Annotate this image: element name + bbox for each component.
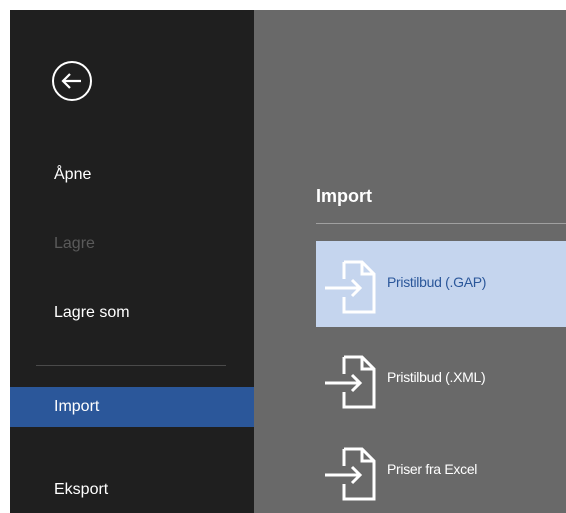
import-excel-button[interactable]: Priser fra Excel <box>316 428 566 513</box>
sidebar: Åpne Lagre Lagre som Import Eksport <box>10 10 254 513</box>
import-gap-button[interactable]: Pristilbud (.GAP) <box>316 241 566 327</box>
main-panel: Import Pristilbud (.GAP) Pristilbud (.XM… <box>254 10 566 513</box>
sidebar-item-open[interactable]: Åpne <box>10 155 254 195</box>
import-item-label: Priser fra Excel <box>387 461 478 477</box>
sidebar-item-save: Lagre <box>10 224 254 264</box>
sidebar-item-label: Eksport <box>54 481 109 498</box>
back-button[interactable] <box>52 61 92 101</box>
sidebar-item-label: Lagre som <box>54 304 130 321</box>
sidebar-item-export[interactable]: Eksport <box>10 470 254 510</box>
title-divider <box>316 223 566 224</box>
back-arrow-icon <box>61 73 81 89</box>
import-xml-button[interactable]: Pristilbud (.XML) <box>316 336 566 422</box>
import-file-icon <box>325 447 376 501</box>
sidebar-item-label: Lagre <box>54 235 95 252</box>
sidebar-item-label: Import <box>54 398 100 415</box>
import-file-icon <box>325 260 376 314</box>
sidebar-item-label: Åpne <box>54 166 92 183</box>
page-title: Import <box>316 186 372 206</box>
import-file-icon <box>325 355 376 409</box>
import-item-label: Pristilbud (.XML) <box>387 369 486 385</box>
sidebar-item-import[interactable]: Import <box>10 387 254 427</box>
import-item-label: Pristilbud (.GAP) <box>387 274 487 290</box>
backstage-window: Åpne Lagre Lagre som Import Eksport Impo… <box>10 10 566 513</box>
sidebar-divider <box>36 365 226 366</box>
sidebar-item-save-as[interactable]: Lagre som <box>10 293 254 333</box>
